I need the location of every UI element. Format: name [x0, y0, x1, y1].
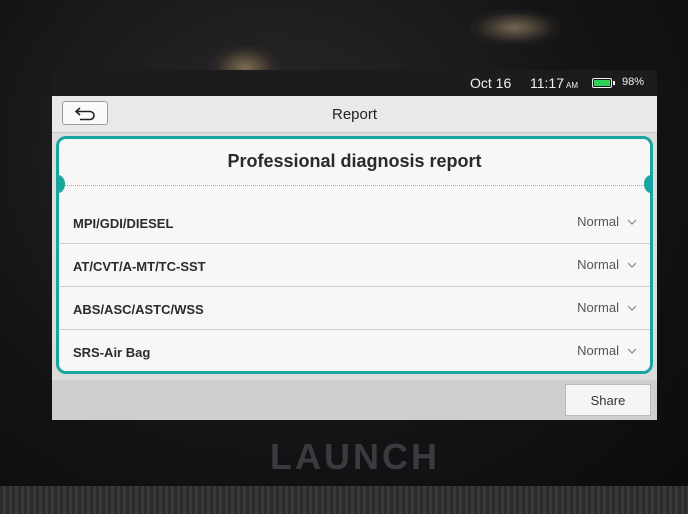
page-title: Report [331, 106, 378, 123]
system-status: Normal [577, 214, 619, 229]
system-status: Normal [577, 343, 619, 358]
system-list: MPI/GDI/DIESEL Normal AT/CVT/A-MT/TC-SST… [59, 201, 650, 371]
status-time: 11:17 AM [530, 75, 578, 91]
title-bar: Report [52, 96, 657, 133]
panel-notch [644, 175, 650, 193]
back-arrow-icon [74, 107, 95, 121]
device-grille [0, 486, 688, 514]
back-button[interactable] [62, 101, 108, 125]
list-item[interactable]: ABS/ASC/ASTC/WSS Normal [59, 287, 650, 330]
battery-nub [613, 81, 615, 85]
status-bar: Oct 16 11:17 AM 98% [52, 70, 657, 96]
share-button[interactable]: Share [565, 384, 651, 416]
list-item[interactable]: AT/CVT/A-MT/TC-SST Normal [59, 244, 650, 287]
screen: Oct 16 11:17 AM 98% Report Professional d… [52, 70, 657, 420]
divider [59, 185, 650, 186]
system-name: AT/CVT/A-MT/TC-SST [73, 259, 206, 274]
system-name: SRS-Air Bag [73, 345, 151, 360]
device-logo: LAUNCH [270, 436, 440, 477]
list-item[interactable]: SRS-Air Bag Normal [59, 330, 650, 371]
chevron-down-icon[interactable] [627, 346, 637, 356]
report-panel: Professional diagnosis report MPI/GDI/DI… [56, 136, 653, 374]
status-ampm: AM [566, 81, 578, 90]
system-status: Normal [577, 300, 619, 315]
panel-notch [59, 175, 65, 193]
screen-glare [470, 10, 560, 45]
battery-level [594, 80, 610, 86]
chevron-down-icon[interactable] [627, 303, 637, 313]
list-item[interactable]: MPI/GDI/DIESEL Normal [59, 201, 650, 244]
system-status: Normal [577, 257, 619, 272]
system-name: MPI/GDI/DIESEL [73, 216, 174, 231]
status-clock: 11:17 [530, 75, 564, 91]
battery-icon [592, 78, 612, 88]
battery-percent: 98% [622, 76, 645, 88]
device-bezel: Oct 16 11:17 AM 98% Report Professional d… [0, 0, 688, 514]
system-name: ABS/ASC/ASTC/WSS [73, 302, 204, 317]
bottom-bar: Share [52, 380, 657, 420]
chevron-down-icon[interactable] [627, 217, 637, 227]
chevron-down-icon[interactable] [627, 260, 637, 270]
report-heading: Professional diagnosis report [227, 151, 482, 171]
status-date: Oct 16 [470, 75, 512, 91]
